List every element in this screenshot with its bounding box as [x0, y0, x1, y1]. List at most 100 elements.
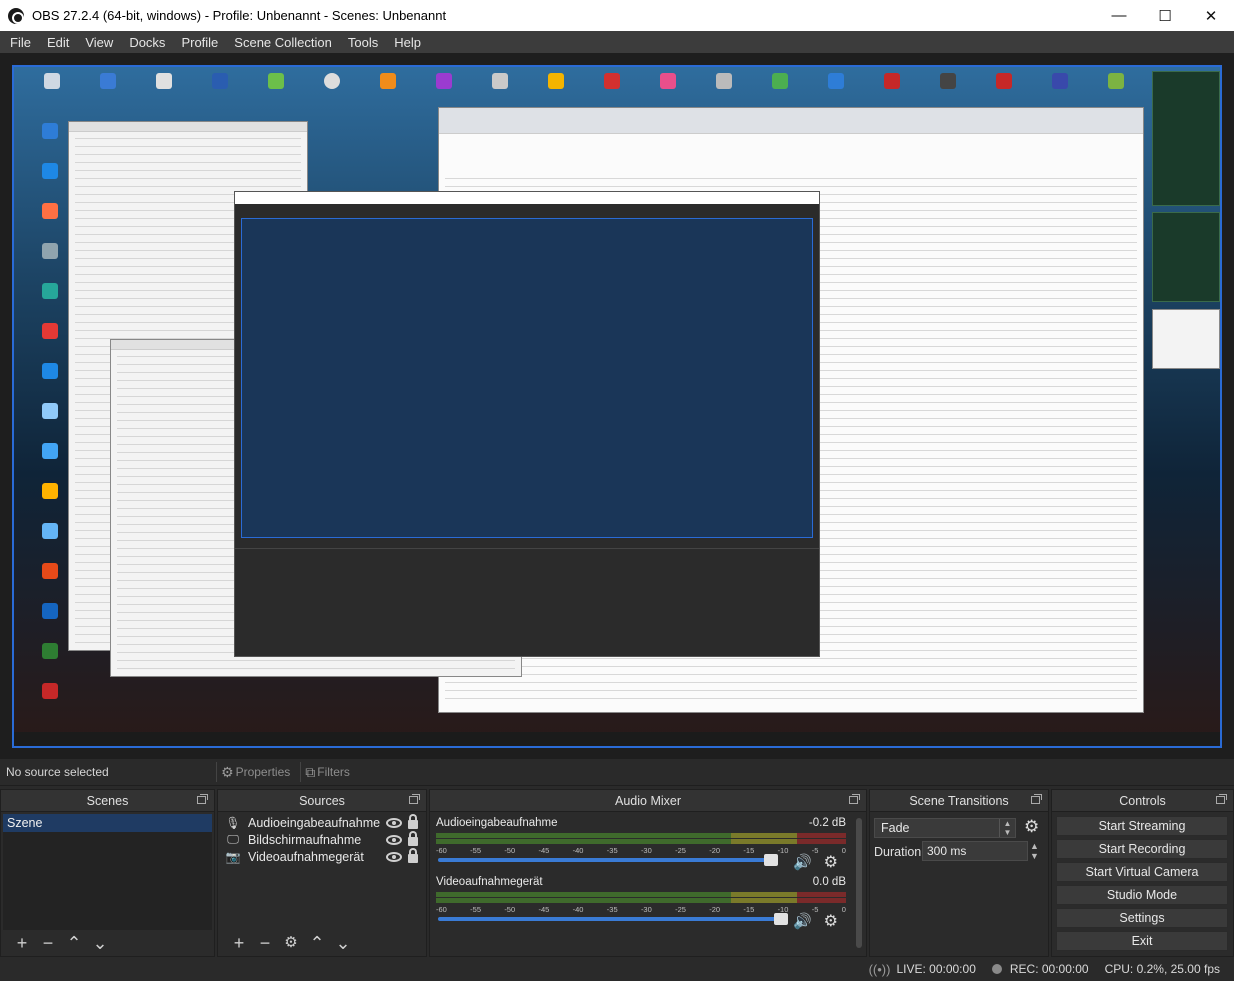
visibility-eye-icon[interactable]	[386, 851, 402, 862]
remove-scene-button[interactable]: −	[35, 934, 61, 952]
properties-button[interactable]: ⚙ Properties	[216, 762, 290, 782]
tick-label: -20	[709, 905, 721, 914]
settings-button[interactable]: Settings	[1056, 908, 1228, 928]
desktop-icon	[748, 73, 812, 109]
menu-tools[interactable]: Tools	[340, 35, 386, 50]
speaker-icon[interactable]: 🔊	[793, 912, 812, 930]
audio-mixer-title: Audio Mixer	[615, 793, 681, 808]
properties-label: Properties	[235, 765, 291, 779]
filters-label: Filters	[317, 765, 350, 779]
scenes-dock: Scenes Szene + − ⌃ ⌄	[0, 789, 215, 957]
tick-label: -40	[572, 905, 584, 914]
channel-db: 0.0 dB	[812, 876, 846, 888]
tick-label: -15	[743, 846, 755, 855]
menu-file[interactable]: File	[2, 35, 39, 50]
start-streaming-button[interactable]: Start Streaming	[1056, 816, 1228, 836]
source-properties-gear-icon[interactable]: ⚙	[278, 934, 304, 952]
rec-timer: REC: 00:00:00	[1009, 962, 1089, 976]
source-item[interactable]: 📷 Videoaufnahmegerät	[220, 848, 424, 865]
sources-header: Sources	[218, 790, 426, 812]
tick-label: -30	[640, 846, 652, 855]
add-source-button[interactable]: +	[226, 934, 252, 952]
lock-icon[interactable]	[408, 831, 418, 846]
tick-label: -60	[436, 905, 447, 914]
scenes-title: Scenes	[86, 793, 129, 808]
title-bar: OBS 27.2.4 (64-bit, windows) - Profile: …	[0, 0, 1234, 31]
menu-scene-collection[interactable]: Scene Collection	[226, 35, 340, 50]
visibility-eye-icon[interactable]	[386, 817, 402, 828]
desktop-icon	[244, 73, 308, 109]
filters-button[interactable]: ⧉ Filters	[300, 762, 350, 782]
volume-slider[interactable]	[438, 854, 778, 866]
source-name: Audioeingabeaufnahme	[248, 815, 381, 830]
gear-icon[interactable]: ⚙	[824, 852, 838, 872]
float-dock-icon[interactable]	[197, 794, 208, 804]
channel-name: Videoaufnahmegerät	[436, 876, 543, 888]
gear-icon: ⚙	[221, 763, 234, 780]
transition-gear-icon[interactable]: ⚙	[1024, 817, 1039, 837]
studio-mode-button[interactable]: Studio Mode	[1056, 885, 1228, 905]
captured-obs-window	[234, 191, 820, 657]
rec-status: REC: 00:00:00	[991, 962, 1089, 976]
scenes-list[interactable]: Szene	[3, 814, 212, 930]
desktop-icon	[804, 73, 868, 109]
source-item[interactable]: 🎙 Audioeingabeaufnahme	[220, 814, 424, 831]
menu-help[interactable]: Help	[386, 35, 429, 50]
minimize-button[interactable]: —	[1096, 0, 1142, 31]
source-item[interactable]: 🖵 Bildschirmaufnahme	[220, 831, 424, 848]
volume-meter	[436, 839, 846, 844]
float-dock-icon[interactable]	[849, 794, 860, 804]
scene-item[interactable]: Szene	[3, 814, 212, 832]
float-dock-icon[interactable]	[409, 794, 420, 804]
cpu-status: CPU: 0.2%, 25.00 fps	[1104, 962, 1220, 976]
controls-header: Controls	[1052, 790, 1233, 812]
tick-label: -60	[436, 846, 447, 855]
move-source-up-button[interactable]: ⌃	[304, 934, 330, 952]
desktop-icon	[972, 73, 1036, 109]
move-source-down-button[interactable]: ⌄	[330, 934, 356, 952]
exit-button[interactable]: Exit	[1056, 931, 1228, 951]
maximize-button[interactable]: ☐	[1142, 0, 1188, 31]
start-recording-button[interactable]: Start Recording	[1056, 839, 1228, 859]
tick-label: -55	[470, 905, 481, 914]
slider-handle[interactable]	[774, 913, 788, 925]
duration-input[interactable]: 300 ms	[922, 841, 1028, 861]
tick-label: -25	[675, 846, 686, 855]
transition-select[interactable]: Fade ▲ ▼	[874, 818, 1016, 838]
slider-handle[interactable]	[764, 854, 778, 866]
duration-stepper[interactable]: ▲ ▼	[1030, 841, 1042, 861]
float-dock-icon[interactable]	[1031, 794, 1042, 804]
visibility-eye-icon[interactable]	[386, 834, 402, 845]
move-scene-up-button[interactable]: ⌃	[61, 934, 87, 952]
source-name: Videoaufnahmegerät	[248, 849, 364, 864]
float-dock-icon[interactable]	[1216, 794, 1227, 804]
mixer-scrollbar[interactable]	[856, 818, 862, 948]
record-dot-icon	[991, 964, 1002, 974]
add-scene-button[interactable]: +	[9, 934, 35, 952]
remove-source-button[interactable]: −	[252, 934, 278, 952]
gear-icon[interactable]: ⚙	[824, 911, 838, 931]
scenes-header: Scenes	[1, 790, 214, 812]
status-bar: ((•)) LIVE: 00:00:00 REC: 00:00:00 CPU: …	[0, 957, 1234, 981]
menu-profile[interactable]: Profile	[173, 35, 226, 50]
close-button[interactable]: ✕	[1188, 0, 1234, 31]
menu-docks[interactable]: Docks	[121, 35, 173, 50]
captured-widget	[1152, 212, 1220, 302]
lock-icon[interactable]	[408, 848, 418, 863]
preview-canvas[interactable]	[12, 65, 1222, 748]
start-virtual-camera-button[interactable]: Start Virtual Camera	[1056, 862, 1228, 882]
tick-label: -55	[470, 846, 481, 855]
menu-edit[interactable]: Edit	[39, 35, 77, 50]
tick-label: -40	[572, 846, 584, 855]
lock-icon[interactable]	[408, 814, 418, 829]
menu-bar: File Edit View Docks Profile Scene Colle…	[0, 31, 1234, 53]
volume-slider[interactable]	[438, 913, 788, 925]
desktop-icon	[860, 73, 924, 109]
source-toolbar: No source selected ⚙ Properties ⧉ Filter…	[0, 759, 1234, 786]
speaker-icon[interactable]: 🔊	[793, 853, 812, 871]
menu-view[interactable]: View	[77, 35, 121, 50]
channel-db: -0.2 dB	[808, 817, 846, 829]
sources-dock: Sources 🎙 Audioeingabeaufnahme 🖵 Bildsch…	[217, 789, 427, 957]
move-scene-down-button[interactable]: ⌄	[87, 934, 113, 952]
sources-list[interactable]: 🎙 Audioeingabeaufnahme 🖵 Bildschirmaufna…	[220, 814, 424, 930]
